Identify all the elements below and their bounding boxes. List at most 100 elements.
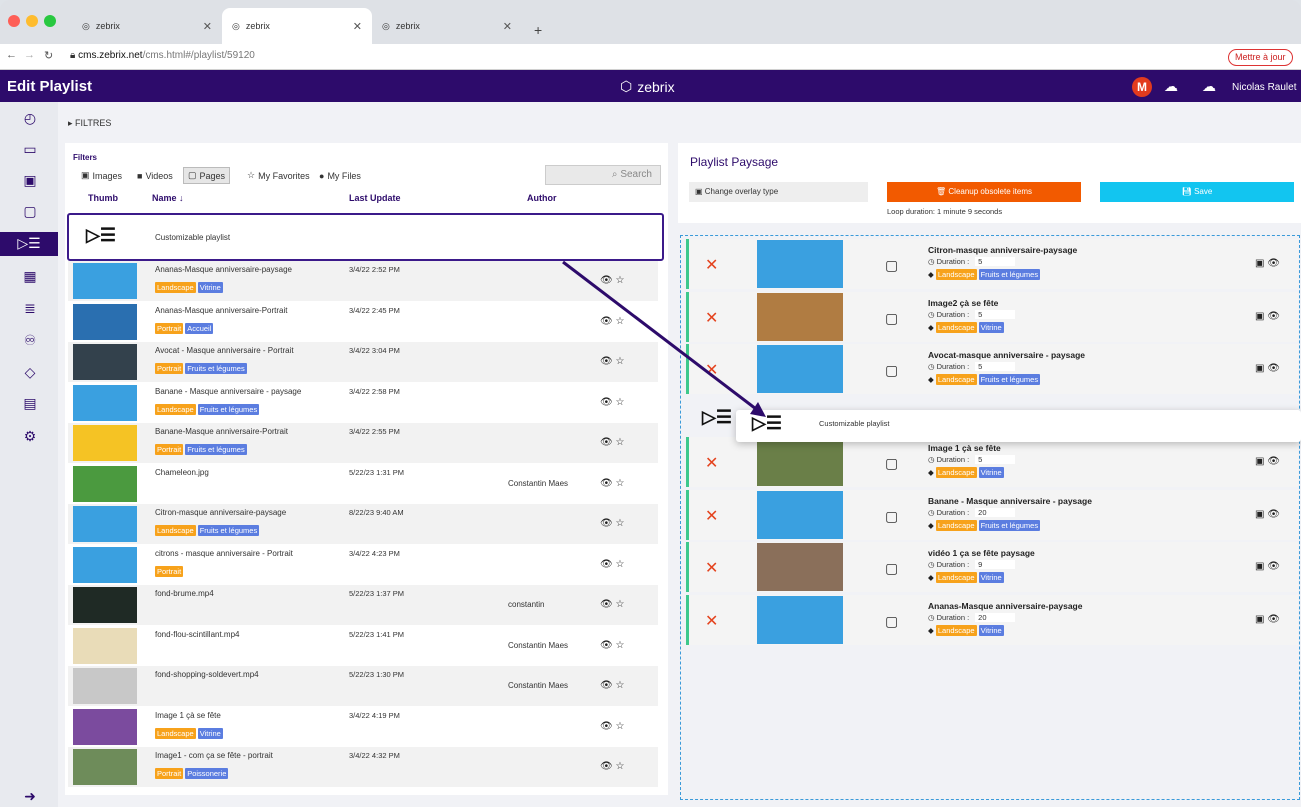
star-icon[interactable]: ☆ (615, 640, 624, 651)
page-icon[interactable]: ▢ (20, 203, 40, 223)
star-icon[interactable]: ☆ (615, 680, 624, 691)
close-tab-icon[interactable]: ✕ (503, 20, 512, 33)
star-icon[interactable]: ☆ (615, 761, 624, 772)
cloud-sync-icon[interactable]: ☁ (1202, 78, 1216, 95)
database-icon[interactable]: ≣ (20, 300, 40, 320)
eye-icon[interactable]: 👁︎ (1267, 614, 1280, 625)
remove-item-icon[interactable]: ✕ (705, 506, 718, 526)
star-icon[interactable]: ☆ (615, 559, 624, 570)
minimize-window-button[interactable] (26, 15, 38, 27)
remove-item-icon[interactable]: ✕ (705, 308, 718, 328)
sidebar-item-playlists[interactable]: ▷☰ (0, 232, 58, 256)
browser-tab[interactable]: ◎ zebrix ✕ (72, 8, 222, 44)
change-overlay-button[interactable]: ▣ Change overlay type (689, 182, 868, 202)
search-input[interactable]: ⌕ Search (545, 165, 661, 185)
column-name[interactable]: Name ↓ (152, 193, 184, 203)
star-icon[interactable]: ☆ (615, 275, 624, 286)
item-duration[interactable]: ◷ Duration :20 (928, 508, 1016, 517)
item-duration[interactable]: ◷ Duration :5 (928, 455, 1016, 464)
column-last-update[interactable]: Last Update (349, 193, 401, 203)
eye-icon[interactable]: 👁︎ (600, 559, 613, 570)
update-browser-button[interactable]: Mettre à jour (1228, 49, 1293, 66)
filter-my-files-button[interactable]: ● My Files (315, 167, 365, 184)
forward-icon[interactable]: → (24, 49, 35, 61)
eye-icon[interactable]: 👁︎ (1267, 311, 1280, 322)
cloud-upload-icon[interactable]: ☁ (1164, 78, 1178, 95)
star-icon[interactable]: ☆ (615, 316, 624, 327)
eye-icon[interactable]: 👁︎ (1267, 258, 1280, 269)
eye-icon[interactable]: 👁︎ (1267, 363, 1280, 374)
star-icon[interactable]: ☆ (615, 397, 624, 408)
filter-videos-button[interactable]: ■ Videos (133, 167, 177, 184)
remove-item-icon[interactable]: ✕ (705, 558, 718, 578)
duration-input[interactable]: 5 (975, 310, 1016, 319)
dashboard-icon[interactable]: ◴ (20, 110, 40, 130)
column-author[interactable]: Author (527, 193, 557, 203)
star-icon[interactable]: ☆ (615, 356, 624, 367)
browser-tab[interactable]: ◎ zebrix ✕ (372, 8, 522, 44)
eye-icon[interactable]: 👁︎ (600, 640, 613, 651)
new-tab-button[interactable]: + (534, 22, 542, 38)
duration-input[interactable]: 5 (975, 257, 1016, 266)
duration-input[interactable]: 5 (975, 455, 1016, 464)
star-icon[interactable]: ☆ (615, 478, 624, 489)
duration-input[interactable]: 9 (975, 560, 1016, 569)
remove-item-icon[interactable]: ✕ (705, 255, 718, 275)
eye-icon[interactable]: 👁︎ (1267, 456, 1280, 467)
remove-item-icon[interactable]: ✕ (705, 611, 718, 631)
duration-input[interactable]: 5 (975, 362, 1016, 371)
logout-icon[interactable]: ➜ (20, 788, 40, 807)
cleanup-button[interactable]: 🗑︎ Cleanup obsolete items (887, 182, 1081, 202)
group-icon[interactable]: ♾ (20, 332, 40, 352)
calendar-icon[interactable]: ▦ (20, 268, 40, 288)
remove-item-icon[interactable]: ✕ (705, 453, 718, 473)
star-icon[interactable]: ☆ (615, 518, 624, 529)
star-icon[interactable]: ☆ (615, 437, 624, 448)
star-icon[interactable]: ☆ (615, 721, 624, 732)
eye-icon[interactable]: 👁︎ (600, 275, 613, 286)
reload-icon[interactable]: ↻ (44, 49, 53, 62)
close-tab-icon[interactable]: ✕ (203, 20, 212, 33)
filters-toggle[interactable]: ▸ FILTRES (68, 118, 111, 129)
url-field[interactable]: 🔒︎ cms.zebrix.net/cms.html#/playlist/591… (70, 50, 255, 61)
remove-item-icon[interactable]: ✕ (705, 360, 718, 380)
avatar[interactable]: M (1132, 77, 1152, 97)
image-icon[interactable]: ▣ (20, 172, 40, 192)
browser-tab-active[interactable]: ◎ zebrix ✕ (222, 8, 372, 44)
zoom-window-button[interactable] (44, 15, 56, 27)
close-tab-icon[interactable]: ✕ (353, 20, 362, 33)
item-duration[interactable]: ◷ Duration :20 (928, 613, 1016, 622)
eye-icon[interactable]: 👁︎ (600, 680, 613, 691)
display-icon[interactable]: ▤ (20, 395, 40, 415)
eye-icon[interactable]: 👁︎ (600, 518, 613, 529)
eye-icon[interactable]: 👁︎ (600, 356, 613, 367)
user-name[interactable]: Nicolas Raulet (1232, 82, 1296, 93)
schedule-icon[interactable]: ▣ (1255, 561, 1264, 572)
screen-icon[interactable]: ▭ (20, 141, 40, 161)
schedule-icon[interactable]: ▣ (1255, 456, 1264, 467)
item-duration[interactable]: ◷ Duration :5 (928, 257, 1016, 266)
filter-favorites-button[interactable]: ☆ My Favorites (243, 167, 314, 184)
star-icon[interactable]: ☆ (615, 599, 624, 610)
item-duration[interactable]: ◷ Duration :5 (928, 362, 1016, 371)
schedule-icon[interactable]: ▣ (1255, 614, 1264, 625)
eye-icon[interactable]: 👁︎ (600, 397, 613, 408)
schedule-icon[interactable]: ▣ (1255, 509, 1264, 520)
eye-icon[interactable]: 👁︎ (600, 437, 613, 448)
schedule-icon[interactable]: ▣ (1255, 311, 1264, 322)
item-duration[interactable]: ◷ Duration :9 (928, 560, 1016, 569)
eye-icon[interactable]: 👁︎ (600, 599, 613, 610)
eye-icon[interactable]: 👁︎ (600, 316, 613, 327)
filter-pages-button[interactable]: ▢ Pages (183, 167, 231, 184)
close-window-button[interactable] (8, 15, 20, 27)
duration-input[interactable]: 20 (975, 508, 1016, 517)
eye-icon[interactable]: 👁︎ (1267, 561, 1280, 572)
duration-input[interactable]: 20 (975, 613, 1016, 622)
tag-icon[interactable]: ◇ (20, 364, 40, 384)
item-duration[interactable]: ◷ Duration :5 (928, 310, 1016, 319)
eye-icon[interactable]: 👁︎ (600, 761, 613, 772)
back-icon[interactable]: ← (6, 49, 17, 61)
eye-icon[interactable]: 👁︎ (1267, 509, 1280, 520)
eye-icon[interactable]: 👁︎ (600, 721, 613, 732)
schedule-icon[interactable]: ▣ (1255, 258, 1264, 269)
